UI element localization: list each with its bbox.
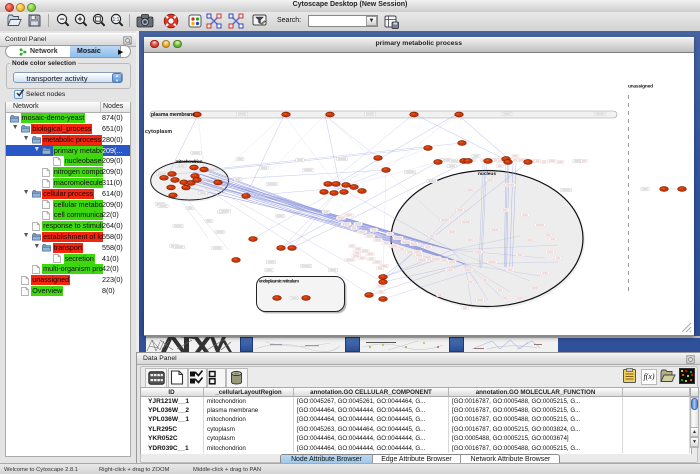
svg-text:unassigned: unassigned: [628, 84, 653, 89]
svg-text:mitochondrion: mitochondrion: [176, 159, 203, 164]
svg-text:endoplasmic reticulum: endoplasmic reticulum: [259, 279, 299, 284]
svg-text:nucleus: nucleus: [478, 171, 496, 177]
svg-text:plasma membrane: plasma membrane: [151, 112, 195, 118]
svg-text:cytoplasm: cytoplasm: [145, 129, 172, 135]
